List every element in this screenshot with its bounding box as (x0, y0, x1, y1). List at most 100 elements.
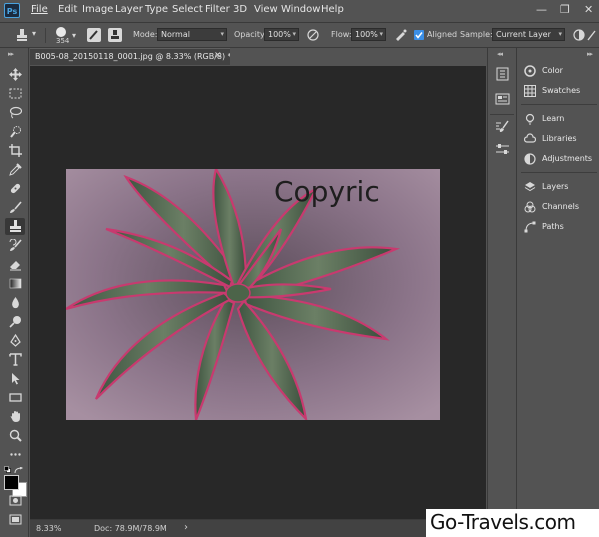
collapse-arrows-icon[interactable]: ◂◂ (497, 50, 503, 58)
quick-select-tool-icon[interactable] (5, 123, 25, 140)
history-brush-tool-icon[interactable] (5, 237, 25, 254)
swap-colors-icon[interactable] (14, 466, 24, 474)
grid-icon (524, 85, 536, 97)
menu-filter[interactable]: Filter (205, 4, 230, 15)
panel-list: ▸▸ Color Swatches Learn Libraries Adjust… (516, 48, 599, 537)
half-circle-icon (524, 153, 536, 165)
brush-picker-chevron-icon[interactable]: ▾ (72, 31, 76, 40)
menu-window[interactable]: Window (281, 4, 320, 15)
clone-stamp-tool-icon[interactable] (5, 218, 25, 235)
quick-mask-icon[interactable] (5, 492, 25, 509)
panel-tab-adjustments[interactable]: Adjustments (521, 151, 597, 167)
clone-stamp-preset-icon[interactable] (15, 28, 29, 42)
expand-arrows-icon[interactable]: ▸▸ (587, 50, 593, 58)
chevron-down-icon[interactable]: ▾ (32, 29, 36, 38)
clone-source-panel-icon[interactable] (495, 142, 510, 156)
rectangle-tool-icon[interactable] (5, 389, 25, 406)
sample-select[interactable]: Current Layer ▾ (492, 28, 565, 41)
flow-field[interactable]: 100% ▾ (351, 28, 386, 41)
brush-settings-icon[interactable] (87, 28, 101, 42)
hand-tool-icon[interactable] (5, 408, 25, 425)
close-tab-icon[interactable]: ✕ (214, 51, 222, 61)
aligned-checkbox[interactable] (414, 30, 424, 40)
menu-layer[interactable]: Layer (115, 4, 143, 15)
menu-help[interactable]: Help (321, 4, 344, 15)
menu-select[interactable]: Select (172, 4, 203, 15)
panel-tab-channels[interactable]: Channels (521, 199, 597, 215)
document-image[interactable]: Copyric (66, 169, 440, 420)
pressure-opacity-icon[interactable] (306, 28, 320, 42)
site-watermark-text: Go-Travels.com (430, 510, 576, 534)
layers-icon (524, 181, 536, 193)
photoshop-logo-icon: Ps (4, 3, 20, 18)
gradient-tool-icon[interactable] (5, 275, 25, 292)
pen-tool-icon[interactable] (5, 332, 25, 349)
aligned-label: Aligned (427, 30, 458, 39)
panel-label-swatches: Swatches (542, 86, 581, 95)
blur-tool-icon[interactable] (5, 294, 25, 311)
foreground-color-swatch[interactable] (4, 475, 19, 490)
move-tool-icon[interactable] (5, 66, 25, 83)
panel-dock-strip: ◂◂ (487, 48, 515, 537)
paths-icon (524, 221, 536, 233)
opacity-field[interactable]: 100% ▾ (264, 28, 299, 41)
sample-label: Sample: (460, 30, 493, 39)
pressure-size-icon[interactable] (587, 28, 597, 42)
path-select-tool-icon[interactable] (5, 370, 25, 387)
airbrush-icon[interactable] (394, 28, 408, 42)
copyright-text-layer[interactable]: Copyric (274, 175, 380, 208)
marquee-tool-icon[interactable] (5, 85, 25, 102)
status-menu-arrow-icon[interactable]: › (184, 522, 188, 533)
brush-size-value: 354 (56, 37, 70, 45)
crop-tool-icon[interactable] (5, 142, 25, 159)
panel-label-paths: Paths (542, 222, 564, 231)
history-panel-icon[interactable] (495, 67, 510, 81)
panel-tab-paths[interactable]: Paths (521, 219, 597, 235)
brush-panel-icon[interactable] (495, 120, 510, 134)
doc-size-info: Doc: 78.9M/78.9M (94, 524, 167, 533)
ignore-adjustment-layers-icon[interactable] (572, 28, 586, 42)
menu-image[interactable]: Image (82, 4, 113, 15)
menu-edit[interactable]: Edit (58, 4, 77, 15)
panel-label-color: Color (542, 66, 563, 75)
zoom-tool-icon[interactable] (5, 427, 25, 444)
panel-tab-color[interactable]: Color (521, 63, 597, 79)
menu-type[interactable]: Type (145, 4, 168, 15)
default-colors-icon[interactable] (4, 466, 11, 473)
eraser-tool-icon[interactable] (5, 256, 25, 273)
color-wheel-icon (524, 65, 536, 77)
eyedropper-tool-icon[interactable] (5, 161, 25, 178)
type-tool-icon[interactable] (5, 351, 25, 368)
menu-view[interactable]: View (254, 4, 278, 15)
mode-select[interactable]: Normal ▾ (157, 28, 227, 41)
close-button[interactable]: ✕ (584, 3, 593, 16)
document-tab[interactable]: B005-08_20150118_0001.jpg @ 8.33% (RGB/8… (30, 48, 230, 65)
lasso-tool-icon[interactable] (5, 104, 25, 121)
healing-brush-tool-icon[interactable] (5, 180, 25, 197)
panel-label-learn: Learn (542, 114, 565, 123)
panel-label-adjustments: Adjustments (542, 154, 593, 163)
brush-tool-icon[interactable] (5, 199, 25, 216)
panel-label-libraries: Libraries (542, 134, 577, 143)
menu-bar: Ps File Edit Image Layer Type Select Fil… (0, 0, 599, 23)
site-watermark: Go-Travels.com (426, 509, 599, 537)
clone-source-icon[interactable] (108, 28, 122, 42)
options-bar: ▾ 354 ▾ Mode: Normal ▾ Opacity: 100% ▾ Flo… (0, 23, 599, 48)
panel-tab-learn[interactable]: Learn (521, 111, 597, 127)
screen-mode-icon[interactable] (5, 511, 25, 528)
panel-tab-libraries[interactable]: Libraries (521, 131, 597, 147)
cloud-icon (523, 133, 537, 145)
mode-label: Mode: (133, 30, 158, 39)
more-tools-icon[interactable] (5, 446, 25, 463)
zoom-level[interactable]: 8.33% (36, 524, 61, 533)
dodge-tool-icon[interactable] (5, 313, 25, 330)
menu-3d[interactable]: 3D (233, 4, 247, 15)
properties-panel-icon[interactable] (495, 92, 510, 106)
panel-tab-swatches[interactable]: Swatches (521, 83, 597, 99)
menu-file[interactable]: File (31, 4, 48, 15)
panel-label-channels: Channels (542, 202, 580, 211)
minimize-button[interactable]: — (536, 3, 547, 16)
panel-tab-layers[interactable]: Layers (521, 179, 597, 195)
collapse-arrows-icon[interactable]: ▸▸ (8, 50, 14, 58)
restore-button[interactable]: ❐ (560, 3, 570, 16)
